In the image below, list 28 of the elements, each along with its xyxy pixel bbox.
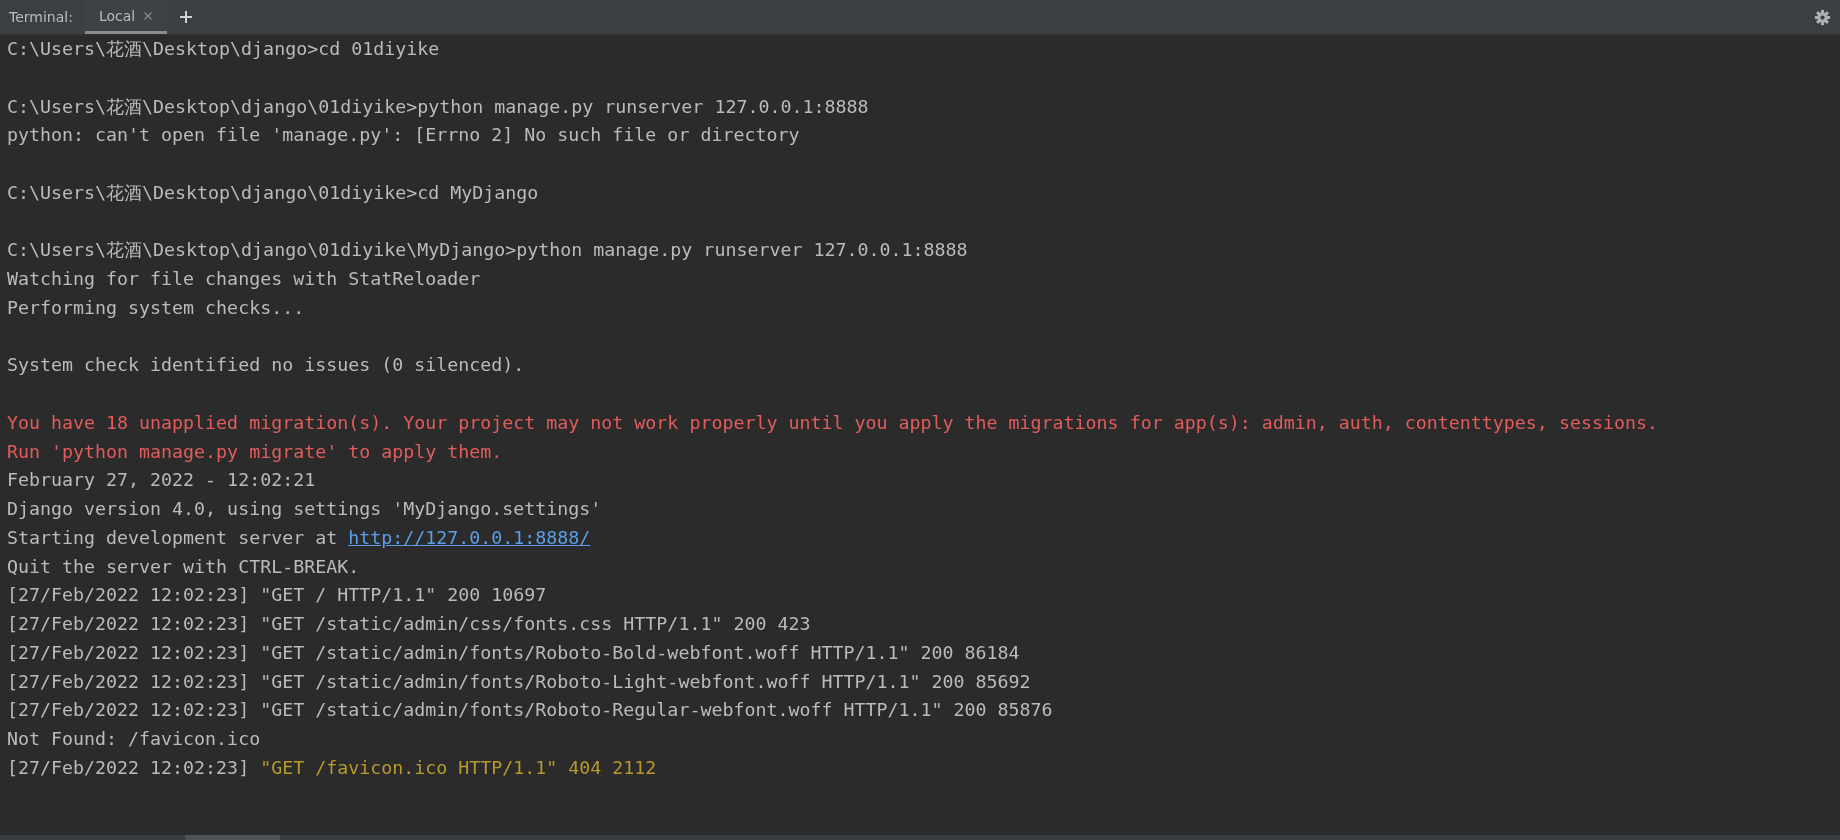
- output-text: python: can't open file 'manage.py': [Errno 2] No such file or directory: [7, 124, 800, 146]
- output-text: C:\Users\花酒\Desktop\django\01diyike>python manage.py runserver 127.0.0.1:8888: [7, 95, 869, 117]
- warning-text: "GET /favicon.ico HTTP/1.1" 404 2112: [260, 756, 657, 778]
- output-text: Quit the server with CTRL-BREAK.: [7, 555, 360, 577]
- error-text: You have 18 unapplied migration(s). Your project may not work properly until you apply the migrations for app(s): admin, auth, contenttypes, sessions.: [7, 411, 1658, 433]
- output-text: February 27, 2022 - 12:02:21: [7, 469, 316, 491]
- close-icon[interactable]: [143, 10, 154, 21]
- output-text: Watching for file changes with StatReloader: [7, 268, 481, 289]
- output-text: [27/Feb/2022 12:02:23] "GET /static/admin/fonts/Roboto-Regular-webfont.woff HTTP/1.1" 200 85876: [7, 699, 1053, 721]
- scrollbar[interactable]: [0, 835, 1840, 840]
- output-text: Performing system checks...: [7, 296, 305, 318]
- output-text: [27/Feb/2022 12:02:23] "GET / HTTP/1.1" 200 10697: [7, 584, 547, 606]
- output-text: C:\Users\花酒\Desktop\django\01diyike\MyDjango>python manage.py runserver 127.0.0.1:8888: [7, 239, 968, 261]
- settings-icon[interactable]: [1814, 8, 1831, 26]
- panel-title: Terminal:: [8, 8, 74, 27]
- output-text: C:\Users\花酒\Desktop\django\01diyike>cd MyDjango: [7, 181, 539, 203]
- output-text: System check identified no issues (0 silenced).: [7, 354, 525, 376]
- output-text: [27/Feb/2022 12:02:23] "GET /static/admin/fonts/Roboto-Light-webfont.woff HTTP/1.1" 200 85692: [7, 670, 1031, 692]
- output-text: C:\Users\花酒\Desktop\django>cd 01diyike: [7, 38, 440, 59]
- output-text: Django version 4.0, using settings 'MyDjango.settings': [7, 498, 602, 519]
- output-text: [27/Feb/2022 12:02:23]: [7, 756, 251, 778]
- output-text: [27/Feb/2022 12:02:23] "GET /static/admin/fonts/Roboto-Bold-webfont.woff HTTP/1.1" 200 86184: [7, 641, 1020, 663]
- error-text: Run 'python manage.py migrate' to apply them.: [7, 440, 503, 462]
- output-text: Starting development server at: [7, 526, 339, 548]
- output-text: [27/Feb/2022 12:02:23] "GET /static/admin/css/fonts.css HTTP/1.1" 200 423: [7, 613, 811, 634]
- add-icon[interactable]: [179, 10, 194, 24]
- url-link[interactable]: http://127.0.0.1:8888/: [348, 526, 591, 548]
- output-text: Not Found: /favicon.ico: [7, 728, 261, 749]
